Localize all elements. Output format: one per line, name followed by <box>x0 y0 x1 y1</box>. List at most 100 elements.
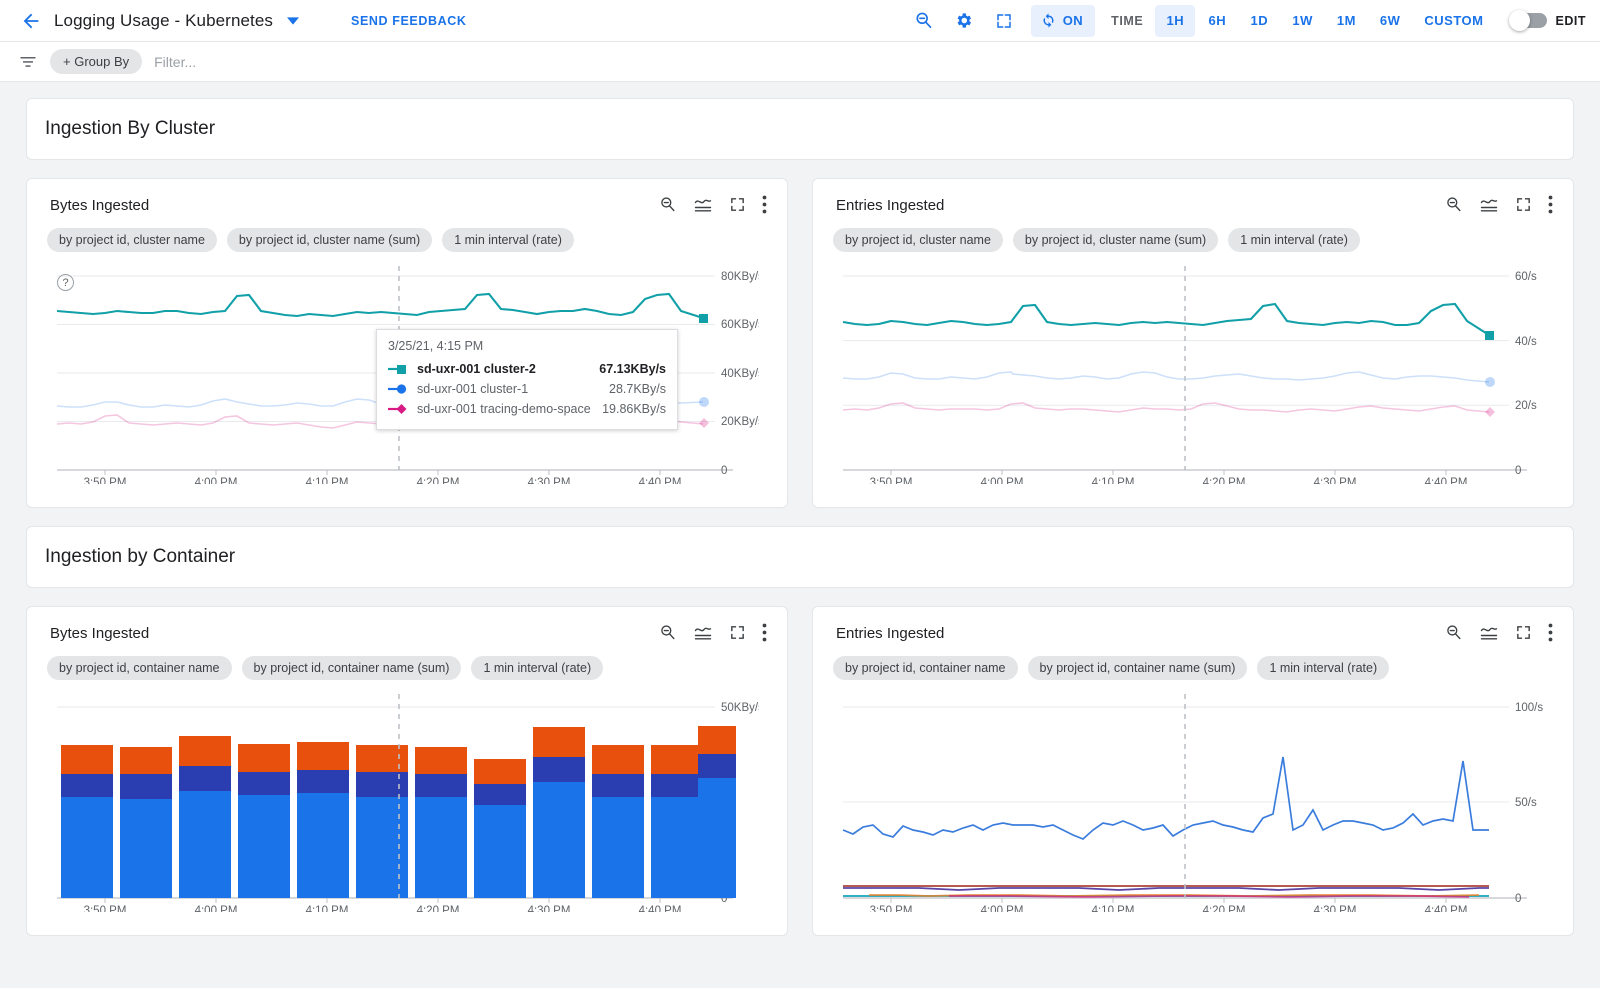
svg-text:4:10 PM: 4:10 PM <box>1092 905 1135 912</box>
range-1m[interactable]: 1M <box>1326 5 1367 37</box>
card-cluster-bytes: Bytes Ingested by project id, cluster na… <box>26 178 788 508</box>
chip-aggregation[interactable]: by project id, cluster name (sum) <box>1012 228 1219 252</box>
svg-text:20/s: 20/s <box>1515 400 1537 412</box>
svg-text:4:30 PM: 4:30 PM <box>528 477 571 484</box>
svg-text:20KBy/s: 20KBy/s <box>721 416 759 428</box>
plot-container-entries[interactable]: 100/s 50/s 0 3:50 PM 4:00 PM 4:10 PM 4:2… <box>829 694 1557 912</box>
svg-text:4:40 PM: 4:40 PM <box>1425 905 1468 912</box>
svg-text:80KBy/s: 80KBy/s <box>721 271 759 283</box>
expand-icon[interactable] <box>1515 196 1532 213</box>
svg-text:60/s: 60/s <box>1515 271 1537 283</box>
card-actions <box>1444 623 1557 642</box>
tooltip-series-name: sd-uxr-001 cluster-1 <box>417 382 529 396</box>
card-actions <box>658 623 771 642</box>
svg-text:4:00 PM: 4:00 PM <box>981 477 1024 484</box>
range-custom[interactable]: CUSTOM <box>1413 5 1494 37</box>
group-by-chip[interactable]: + Group By <box>50 49 143 74</box>
plot-cluster-entries[interactable]: 60/s 40/s 20/s 0 3:50 PM 4:00 PM 4:10 PM… <box>829 266 1557 484</box>
zoom-icon[interactable] <box>1444 623 1463 642</box>
tooltip-series-name: sd-uxr-001 cluster-2 <box>417 362 536 376</box>
chip-aggregation[interactable]: by project id, container name (sum) <box>1027 656 1248 680</box>
svg-text:4:20 PM: 4:20 PM <box>417 905 460 912</box>
range-1w[interactable]: 1W <box>1281 5 1324 37</box>
chip-groupby[interactable]: by project id, cluster name <box>833 228 1003 252</box>
filter-input[interactable]: Filter... <box>154 54 196 70</box>
chevron-down-icon[interactable] <box>287 15 300 27</box>
gear-icon[interactable] <box>945 4 983 38</box>
plot-container-bytes[interactable]: 50KBy/s 0 <box>43 694 771 912</box>
fullscreen-icon[interactable] <box>985 4 1023 38</box>
svg-text:4:30 PM: 4:30 PM <box>528 905 571 912</box>
svg-text:0: 0 <box>721 465 727 477</box>
chip-aggregation[interactable]: by project id, container name (sum) <box>241 656 462 680</box>
zoom-icon[interactable] <box>1444 195 1463 214</box>
chart-row-container: Bytes Ingested by project id, container … <box>26 606 1574 936</box>
more-vert-icon[interactable] <box>1548 195 1553 214</box>
svg-text:4:00 PM: 4:00 PM <box>981 905 1024 912</box>
more-vert-icon[interactable] <box>1548 623 1553 642</box>
svg-text:4:20 PM: 4:20 PM <box>1203 905 1246 912</box>
svg-text:4:20 PM: 4:20 PM <box>417 477 460 484</box>
svg-text:0: 0 <box>1515 893 1521 905</box>
svg-text:4:40 PM: 4:40 PM <box>1425 477 1468 484</box>
range-6h[interactable]: 6H <box>1197 5 1237 37</box>
card-actions <box>1444 195 1557 214</box>
card-container-bytes: Bytes Ingested by project id, container … <box>26 606 788 936</box>
chip-groupby[interactable]: by project id, cluster name <box>47 228 217 252</box>
section-header-ingestion-by-container: Ingestion by Container <box>26 526 1574 588</box>
filter-list-icon[interactable] <box>18 52 38 72</box>
chip-groupby[interactable]: by project id, container name <box>833 656 1018 680</box>
card-title: Entries Ingested <box>836 197 945 214</box>
chart-type-icon[interactable] <box>1479 196 1499 214</box>
range-1h[interactable]: 1H <box>1155 4 1196 37</box>
series-marker-circle <box>388 383 410 395</box>
series-marker-diamond <box>388 403 410 415</box>
svg-text:4:40 PM: 4:40 PM <box>639 477 682 484</box>
chip-interval[interactable]: 1 min interval (rate) <box>471 656 604 680</box>
help-icon[interactable]: ? <box>57 274 74 291</box>
filter-bar: + Group By Filter... <box>0 42 1600 82</box>
svg-text:4:20 PM: 4:20 PM <box>1203 477 1246 484</box>
card-cluster-entries: Entries Ingested by project id, cluster … <box>812 178 1574 508</box>
svg-text:4:10 PM: 4:10 PM <box>306 477 349 484</box>
series-marker-square <box>388 363 410 375</box>
svg-text:50/s: 50/s <box>1515 797 1537 809</box>
svg-text:3:50 PM: 3:50 PM <box>870 477 913 484</box>
chip-aggregation[interactable]: by project id, cluster name (sum) <box>226 228 433 252</box>
chip-interval[interactable]: 1 min interval (rate) <box>442 228 574 252</box>
range-6w[interactable]: 6W <box>1369 5 1412 37</box>
zoom-icon[interactable] <box>658 623 677 642</box>
chip-interval[interactable]: 1 min interval (rate) <box>1257 656 1390 680</box>
tooltip-row: sd-uxr-001 cluster-1 28.7KBy/s <box>388 379 666 399</box>
expand-icon[interactable] <box>1515 624 1532 641</box>
card-chips: by project id, container name by project… <box>47 656 771 680</box>
svg-text:4:00 PM: 4:00 PM <box>195 477 238 484</box>
svg-text:3:50 PM: 3:50 PM <box>84 905 127 912</box>
chart-type-icon[interactable] <box>693 196 713 214</box>
plot-cluster-bytes[interactable]: ? 80KBy/s 60KBy/s 40KBy/s 20KBy/s <box>43 266 771 484</box>
svg-text:0: 0 <box>1515 465 1521 477</box>
tooltip-row: sd-uxr-001 tracing-demo-space 19.86KBy/s <box>388 399 666 419</box>
auto-refresh-toggle[interactable]: ON <box>1030 4 1096 37</box>
page-title: Logging Usage - Kubernetes <box>54 10 274 30</box>
svg-text:3:50 PM: 3:50 PM <box>870 905 913 912</box>
card-header: Entries Ingested <box>829 195 1557 214</box>
chip-interval[interactable]: 1 min interval (rate) <box>1228 228 1360 252</box>
send-feedback-button[interactable]: SEND FEEDBACK <box>351 14 466 28</box>
range-1d[interactable]: 1D <box>1239 5 1279 37</box>
expand-icon[interactable] <box>729 624 746 641</box>
chart-type-icon[interactable] <box>1479 624 1499 642</box>
more-vert-icon[interactable] <box>762 195 767 214</box>
back-arrow-icon[interactable] <box>18 8 44 34</box>
expand-icon[interactable] <box>729 196 746 213</box>
card-title: Entries Ingested <box>836 625 945 642</box>
more-vert-icon[interactable] <box>762 623 767 642</box>
bar-group <box>61 726 736 898</box>
toolbar: ON TIME 1H 6H 1D 1W 1M 6W CUSTOM EDIT <box>905 4 1586 38</box>
chart-type-icon[interactable] <box>693 624 713 642</box>
edit-toggle-switch[interactable] <box>1508 10 1547 31</box>
section-header-ingestion-by-cluster: Ingestion By Cluster <box>26 98 1574 160</box>
search-minus-icon[interactable] <box>905 4 943 38</box>
zoom-icon[interactable] <box>658 195 677 214</box>
chip-groupby[interactable]: by project id, container name <box>47 656 232 680</box>
